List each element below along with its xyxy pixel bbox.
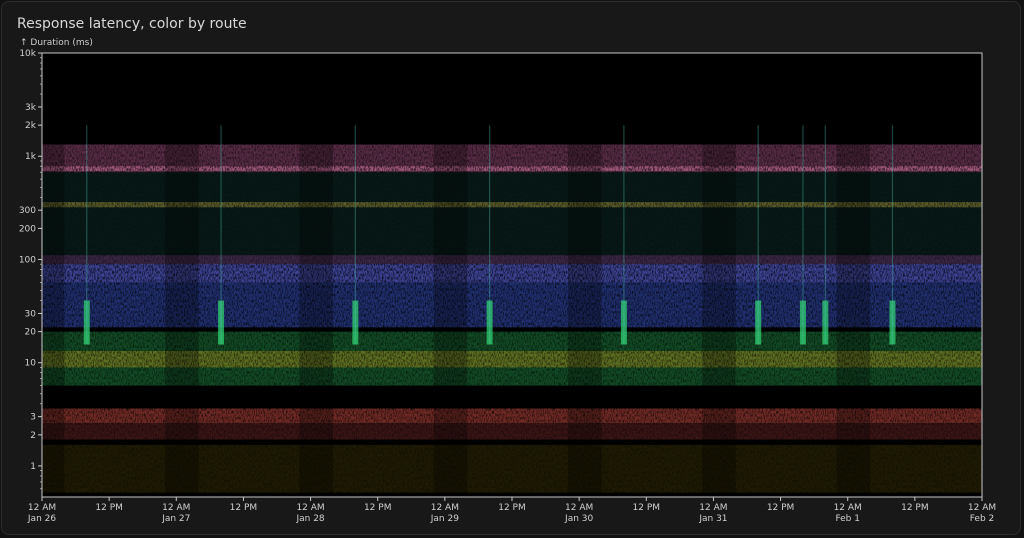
x-tick-label: 12 AM: [699, 503, 727, 513]
x-tick-label: 12 PM: [230, 503, 258, 513]
spike-line-5: [757, 125, 759, 345]
x-tick-label: 12 AM: [162, 503, 190, 513]
y-tick-label: 1: [30, 462, 36, 472]
x-tick-label: 12 AM: [834, 503, 862, 513]
x-tick-label: 12 PM: [767, 503, 795, 513]
x-tick-date-label: Jan 30: [564, 514, 593, 524]
x-tick-label: 12 PM: [364, 503, 392, 513]
y-tick-label: 300: [19, 206, 36, 216]
y-tick-label: 20: [25, 328, 37, 338]
x-tick-date-label: Jan 29: [430, 514, 459, 524]
plot-area: [42, 53, 982, 497]
x-tick-label: 12 PM: [901, 503, 929, 513]
y-tick-label: 100: [19, 255, 36, 265]
night-shade-3: [433, 53, 468, 497]
x-tick-label: 12 PM: [633, 503, 661, 513]
night-shade-5: [702, 53, 736, 497]
spike-line-7: [824, 125, 826, 345]
x-tick-date-label: Jan 26: [27, 514, 56, 524]
x-tick-label: 12 AM: [968, 503, 996, 513]
night-shade-4: [567, 53, 602, 497]
spike-line-3: [489, 125, 491, 345]
night-shade-2: [299, 53, 333, 497]
y-tick-label: 2: [30, 431, 36, 441]
x-tick-label: 12 PM: [498, 503, 526, 513]
x-tick-date-label: Jan 27: [161, 514, 190, 524]
x-tick-date-label: Jan 28: [295, 514, 324, 524]
x-tick-date-label: Feb 1: [835, 514, 860, 524]
y-tick-label: 1k: [25, 152, 37, 162]
x-tick-date-label: Jan 31: [698, 514, 727, 524]
y-tick-label: 10: [25, 359, 37, 369]
x-tick-date-label: Feb 2: [970, 514, 995, 524]
x-tick-label: 12 AM: [296, 503, 324, 513]
night-shade-1: [165, 53, 199, 497]
x-tick-label: 12 AM: [431, 503, 459, 513]
y-tick-label: 30: [25, 309, 37, 319]
night-shade-6: [836, 53, 871, 497]
spike-line-2: [354, 125, 356, 345]
y-tick-label: 2k: [25, 121, 37, 131]
x-tick-label: 12 AM: [565, 503, 593, 513]
y-tick-label: 10k: [19, 49, 36, 59]
y-tick-label: 200: [19, 224, 36, 234]
spike-line-6: [802, 125, 804, 345]
y-tick-label: 3: [30, 413, 36, 423]
x-tick-label: 12 AM: [28, 503, 56, 513]
y-tick-label: 3k: [25, 103, 37, 113]
spike-line-0: [86, 125, 88, 345]
spike-line-1: [220, 125, 222, 345]
spike-line-4: [623, 125, 625, 345]
heatmap-chart: 1231020301002003001k2k3k10k12 AMJan 2612…: [19, 49, 996, 524]
x-tick-label: 12 PM: [95, 503, 123, 513]
spike-line-8: [891, 125, 894, 345]
